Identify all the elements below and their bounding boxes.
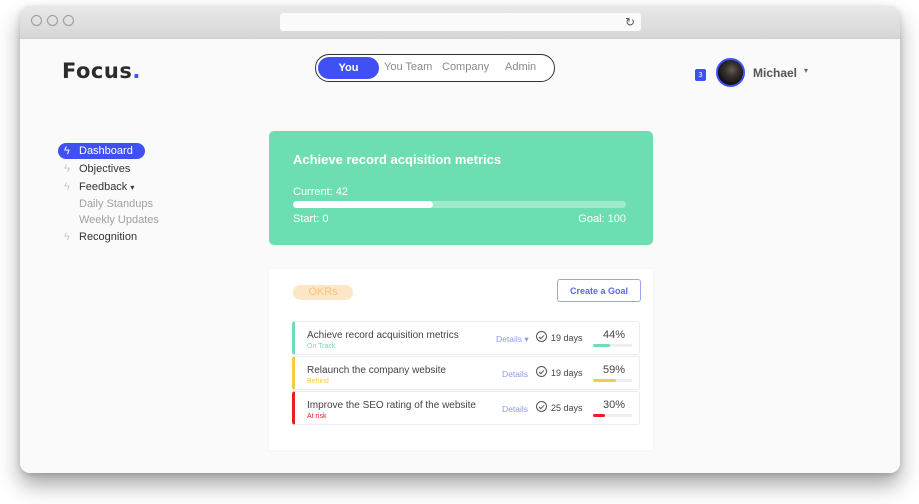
okr-percent: 59% <box>603 364 626 376</box>
sidebar: ϟ Dashboard ϟ Objectives ϟ Feedback ▾ Daily… <box>58 143 159 246</box>
okr-list: Achieve record acquisition metrics On Tr… <box>292 321 640 426</box>
sidebar-item-label: Feedback <box>79 181 128 193</box>
okr-name: Improve the SEO rating of the website <box>307 400 476 411</box>
okr-progress-bar <box>593 344 632 347</box>
featured-goal-title: Achieve record acqisition metrics <box>293 152 502 167</box>
create-goal-button[interactable]: Create a Goal <box>557 279 641 302</box>
sidebar-item-objectives[interactable]: ϟ Objectives <box>58 160 159 178</box>
okrs-card: OKRs Create a Goal Achieve record acquis… <box>269 269 653 450</box>
okr-days-left: 19 days <box>551 333 583 343</box>
nav-tab-you-team[interactable]: You Team <box>384 55 432 80</box>
window-close-button[interactable] <box>31 15 42 26</box>
nav-tab-company[interactable]: Company <box>442 55 489 80</box>
okr-progress-bar <box>593 414 632 417</box>
bolt-icon: ϟ <box>64 181 70 193</box>
featured-goal-target: Goal: 100 <box>578 213 626 225</box>
okr-progress-bar <box>593 379 632 382</box>
featured-goal-card[interactable]: Achieve record acqisition metrics Curren… <box>269 131 653 245</box>
clock-icon <box>536 366 547 377</box>
okr-percent: 44% <box>603 329 626 341</box>
okr-percent: 30% <box>603 399 626 411</box>
avatar[interactable] <box>716 58 745 87</box>
app-content: Focus. You You Team Company Admin 3 Mich… <box>20 39 900 473</box>
sidebar-subitem-daily-standups[interactable]: Daily Standups <box>58 196 159 212</box>
featured-goal-progress-bar <box>293 201 626 208</box>
reload-icon[interactable]: ↻ <box>625 14 635 30</box>
okr-details-link[interactable]: Details ▾ <box>496 334 529 345</box>
featured-goal-progress-fill <box>293 201 433 208</box>
okr-details-link[interactable]: Details <box>502 404 528 414</box>
sidebar-item-dashboard[interactable]: ϟ Dashboard <box>58 143 145 159</box>
user-name[interactable]: Michael <box>753 66 797 80</box>
window-minimize-button[interactable] <box>47 15 58 26</box>
logo[interactable]: Focus. <box>62 59 141 83</box>
okr-row[interactable]: Achieve record acquisition metrics On Tr… <box>292 321 640 355</box>
okr-name: Relaunch the company website <box>307 365 446 376</box>
sidebar-item-feedback[interactable]: ϟ Feedback ▾ <box>58 178 159 196</box>
sidebar-item-label: Recognition <box>79 231 138 243</box>
okr-days-left: 25 days <box>551 403 583 413</box>
window-maximize-button[interactable] <box>63 15 74 26</box>
okr-row[interactable]: Relaunch the company website Behind Deta… <box>292 356 640 390</box>
bolt-icon: ϟ <box>64 231 70 243</box>
browser-titlebar: ↻ <box>20 6 900 39</box>
okr-progress-fill <box>593 414 605 417</box>
bolt-icon: ϟ <box>64 145 70 157</box>
clock-icon <box>536 401 547 412</box>
featured-goal-current: Current: 42 <box>293 186 349 198</box>
okr-row[interactable]: Improve the SEO rating of the website At… <box>292 391 640 425</box>
sidebar-item-label: Objectives <box>79 163 131 175</box>
okrs-chip: OKRs <box>293 285 353 300</box>
okr-status: On Track <box>307 343 336 350</box>
okr-progress-fill <box>593 379 616 382</box>
okr-status: At risk <box>307 413 327 420</box>
clock-icon <box>536 331 547 342</box>
bolt-icon: ϟ <box>64 163 70 175</box>
logo-dot: . <box>132 59 141 83</box>
scope-nav: You You Team Company Admin <box>315 54 555 82</box>
logo-text: Focus <box>62 59 133 83</box>
nav-tab-admin[interactable]: Admin <box>505 55 536 80</box>
address-bar[interactable]: ↻ <box>280 13 641 31</box>
nav-tab-you[interactable]: You <box>318 56 379 79</box>
okr-status: Behind <box>307 378 329 385</box>
okr-days-left: 19 days <box>551 368 583 378</box>
sidebar-item-label: Dashboard <box>79 145 133 157</box>
sidebar-subitem-weekly-updates[interactable]: Weekly Updates <box>58 212 159 228</box>
okr-name: Achieve record acquisition metrics <box>307 330 459 341</box>
sidebar-item-recognition[interactable]: ϟ Recognition <box>58 228 159 246</box>
chevron-down-icon: ▾ <box>130 183 135 192</box>
notification-badge[interactable]: 3 <box>695 69 706 81</box>
featured-goal-start: Start: 0 <box>293 213 329 225</box>
chevron-down-icon[interactable]: ▾ <box>804 66 808 75</box>
browser-window: ↻ Focus. You You Team Company Admin 3 Mi… <box>20 6 900 473</box>
okr-details-link[interactable]: Details <box>502 369 528 379</box>
okr-progress-fill <box>593 344 611 347</box>
